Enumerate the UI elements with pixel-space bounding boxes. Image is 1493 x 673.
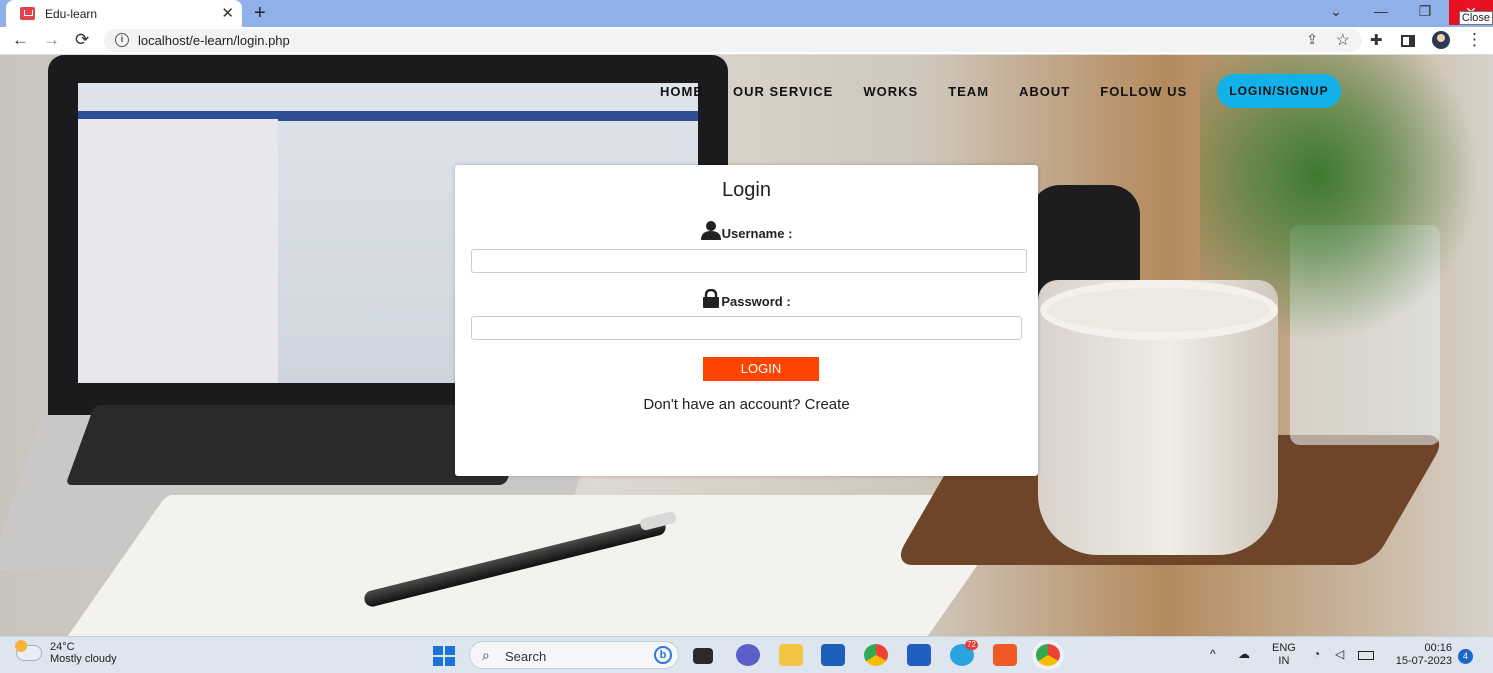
tab-search-dropdown-icon[interactable]: ⌄ bbox=[1324, 3, 1348, 20]
back-icon[interactable]: ← bbox=[12, 31, 29, 49]
site-navigation: HOME OUR SERVICE WORKS TEAM ABOUT FOLLOW… bbox=[660, 73, 1341, 109]
restore-button[interactable]: ❐ bbox=[1413, 3, 1437, 20]
username-label-row: Username : bbox=[455, 221, 1038, 243]
weather-desc: Mostly cloudy bbox=[50, 653, 117, 665]
teams-chat-icon[interactable] bbox=[736, 644, 760, 666]
clock-time: 00:16 bbox=[1424, 642, 1452, 654]
microsoft-store-icon[interactable] bbox=[821, 644, 845, 666]
tab-close-icon[interactable]: ✕ bbox=[221, 6, 234, 21]
nav-team[interactable]: TEAM bbox=[948, 84, 989, 99]
volume-icon[interactable]: ◁ bbox=[1335, 647, 1344, 661]
wifi-icon[interactable]: ◔ bbox=[1313, 647, 1320, 661]
onedrive-icon[interactable]: ☁ bbox=[1238, 647, 1250, 661]
share-icon[interactable]: ⇪ bbox=[1306, 31, 1318, 48]
side-panel-icon[interactable] bbox=[1401, 35, 1415, 47]
search-placeholder: Search bbox=[505, 649, 547, 664]
xampp-icon[interactable] bbox=[993, 644, 1017, 666]
cloudy-weather-icon bbox=[15, 640, 42, 661]
site-info-icon[interactable]: i bbox=[115, 33, 129, 47]
file-explorer-icon[interactable] bbox=[779, 644, 803, 666]
chrome-icon[interactable] bbox=[864, 644, 888, 666]
tab-title: Edu-learn bbox=[45, 6, 98, 21]
forward-icon[interactable]: → bbox=[43, 31, 60, 49]
user-icon bbox=[700, 221, 721, 243]
username-input[interactable] bbox=[471, 249, 1027, 273]
telegram-icon[interactable]: 72 bbox=[950, 640, 978, 666]
username-label: Username : bbox=[721, 226, 793, 241]
login-title: Login bbox=[722, 179, 771, 201]
start-button-windows-icon[interactable] bbox=[433, 646, 455, 666]
lang-top: ENG bbox=[1272, 642, 1296, 654]
nav-home[interactable]: HOME bbox=[660, 84, 703, 99]
bookmark-star-icon[interactable]: ☆ bbox=[1336, 30, 1350, 50]
lang-bottom: IN bbox=[1278, 655, 1290, 667]
nav-follow-us[interactable]: FOLLOW US bbox=[1100, 84, 1187, 99]
create-account-link[interactable]: Create bbox=[805, 396, 850, 413]
new-tab-button[interactable]: + bbox=[254, 2, 266, 24]
search-icon: ⌕ bbox=[482, 647, 490, 663]
windows-taskbar: 24°C Mostly cloudy ⌕ Search b 72 ^ ☁ ENG… bbox=[0, 636, 1493, 673]
browser-tab[interactable]: Edu-learn ✕ bbox=[6, 0, 242, 27]
profile-avatar[interactable] bbox=[1432, 31, 1450, 49]
clock[interactable]: 00:16 15-07-2023 bbox=[1388, 642, 1452, 668]
minimize-button[interactable]: — bbox=[1369, 3, 1393, 19]
bing-icon[interactable]: b bbox=[654, 646, 672, 664]
telegram-badge: 72 bbox=[965, 640, 978, 650]
clock-date: 15-07-2023 bbox=[1395, 655, 1452, 667]
language-indicator[interactable]: ENG IN bbox=[1272, 642, 1296, 668]
show-hidden-icons-chevron-icon[interactable]: ^ bbox=[1210, 647, 1216, 661]
weather-widget[interactable]: 24°C Mostly cloudy bbox=[15, 640, 117, 665]
taskbar-search[interactable]: ⌕ Search b bbox=[469, 641, 679, 669]
lock-icon bbox=[702, 288, 720, 311]
signup-prompt: Don't have an account? Create bbox=[455, 396, 1038, 413]
address-bar-row: ← → ⟳ i localhost/e-learn/login.php ⇪ ☆ … bbox=[0, 27, 1493, 55]
weather-temp: 24°C bbox=[50, 641, 75, 653]
extensions-icon[interactable]: ✚ bbox=[1370, 31, 1383, 49]
nav-works[interactable]: WORKS bbox=[863, 84, 918, 99]
chrome-active-icon[interactable] bbox=[1036, 644, 1060, 666]
word-icon[interactable] bbox=[907, 644, 931, 666]
signup-prompt-text: Don't have an account? bbox=[643, 396, 801, 413]
nav-login-signup-button[interactable]: LOGIN/SIGNUP bbox=[1217, 74, 1341, 108]
reload-icon[interactable]: ⟳ bbox=[75, 31, 89, 49]
nav-about[interactable]: ABOUT bbox=[1019, 84, 1070, 99]
tab-strip: Edu-learn ✕ + ⌄ — ❐ ✕ Close bbox=[0, 0, 1493, 27]
browser-menu-icon[interactable]: ⋮ bbox=[1466, 30, 1483, 50]
nav-our-service[interactable]: OUR SERVICE bbox=[733, 84, 833, 99]
mug-rim-image bbox=[1040, 280, 1278, 340]
battery-icon[interactable] bbox=[1358, 651, 1374, 660]
login-card: Login Username : Password : LOGIN Don't … bbox=[455, 165, 1038, 476]
login-button[interactable]: LOGIN bbox=[703, 357, 819, 381]
notification-badge[interactable]: 4 bbox=[1458, 649, 1473, 664]
password-input[interactable] bbox=[471, 316, 1022, 340]
password-label-row: Password : bbox=[455, 288, 1038, 311]
site-favicon-icon bbox=[20, 7, 35, 20]
omnibox[interactable]: i localhost/e-learn/login.php ⇪ ☆ bbox=[104, 29, 1362, 52]
url-text[interactable]: localhost/e-learn/login.php bbox=[138, 33, 290, 48]
password-label: Password : bbox=[721, 294, 791, 309]
close-tooltip: Close bbox=[1458, 11, 1493, 25]
task-view-icon[interactable] bbox=[693, 648, 713, 664]
